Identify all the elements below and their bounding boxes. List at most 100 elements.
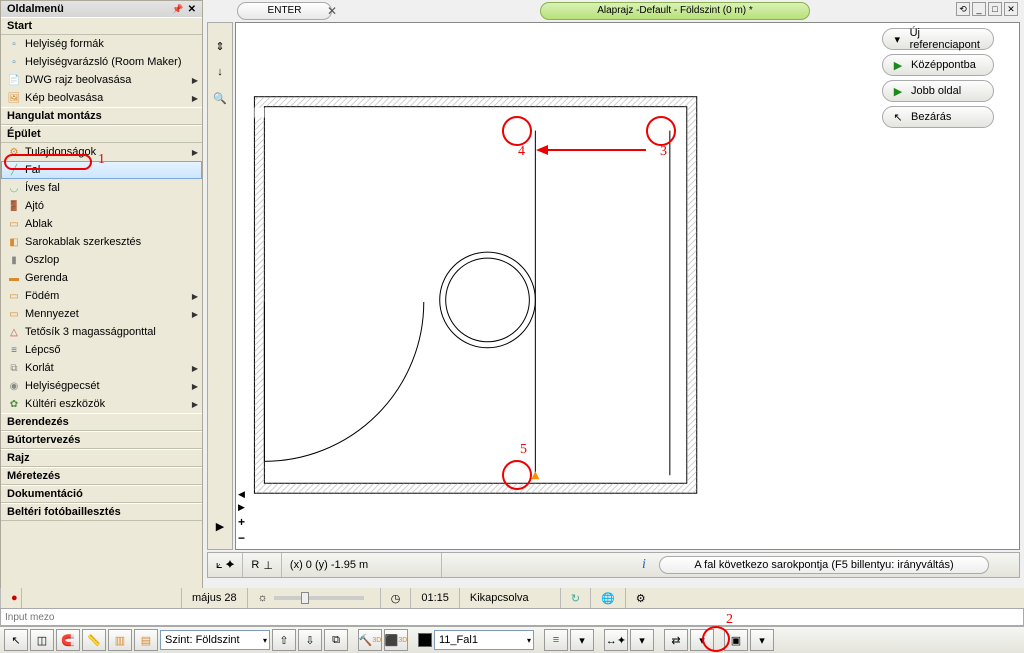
level-up-icon[interactable]: ⇧ [272, 629, 296, 651]
window-maximize-icon[interactable]: □ [988, 2, 1002, 16]
sidebar-item-beam[interactable]: ▬Gerenda [1, 269, 202, 287]
column-icon: ▮ [7, 253, 21, 267]
clock-icon: ◷ [391, 592, 401, 605]
right-side-button[interactable]: ▶Jobb oldal [882, 80, 994, 102]
refresh-icon[interactable]: ↻ [571, 592, 580, 605]
sidebar-item-corner-window[interactable]: ◧Sarokablak szerkesztés [1, 233, 202, 251]
section-dokumentacio[interactable]: Dokumentáció [1, 485, 202, 503]
sidebar-item-roof[interactable]: △Tetősík 3 magasságponttal [1, 323, 202, 341]
slab-icon: ▭ [7, 289, 21, 303]
sidebar-header: Oldalmenü 📌 ✕ [1, 1, 202, 17]
mode-dropdown[interactable]: Kikapcsolva [470, 592, 550, 604]
layer-dropdown[interactable]: 11_Fal1 [434, 630, 534, 650]
bottom-toolbar: ↖ ◫ 🧲 📏 ▥ ▤ Szint: Földszint ⇧ ⇩ ⧉ 🔨3D ⬛… [0, 626, 1024, 653]
sidebar-pin-icon[interactable]: 📌 [172, 4, 183, 15]
tool-zoom-icon[interactable]: 🔍 [211, 89, 229, 107]
window-icon[interactable]: ▣ [724, 629, 748, 651]
3d-hammer-icon[interactable]: 🔨3D [358, 629, 382, 651]
scroll-left-icon[interactable]: ◀ [238, 489, 245, 500]
hint-text: A fal következo sarokpontja (F5 billenty… [659, 556, 989, 574]
tool-double-arrow-icon[interactable]: ⇕ [211, 37, 229, 55]
enter-tab[interactable]: ENTER [237, 2, 332, 20]
zoom-out-icon[interactable]: − [238, 531, 245, 545]
sidebar-item-properties[interactable]: ⚙Tulajdonságok▶ [1, 143, 202, 161]
window-icon: ▭ [7, 217, 21, 231]
document-title-tab[interactable]: Alaprajz -Default - Földszint (0 m) * [540, 2, 810, 20]
sidebar-item-room-maker[interactable]: ▫Helyiségvarázsló (Room Maker) [1, 53, 202, 71]
3d-view-icon[interactable]: ⬛3D [384, 629, 408, 651]
reference-mode-icon[interactable]: R⊥ [243, 553, 282, 577]
material-swatch[interactable] [418, 633, 432, 647]
sidebar-item-slab[interactable]: ▭Födém▶ [1, 287, 202, 305]
level-dropdown[interactable]: Szint: Földszint [160, 630, 270, 650]
linetype-icon[interactable]: ≡ [544, 629, 568, 651]
properties-icon: ⚙ [7, 145, 21, 159]
section-epulet[interactable]: Épület [1, 125, 202, 143]
sidebar-item-window[interactable]: ▭Ablak [1, 215, 202, 233]
time-display: 01:15 [421, 592, 449, 604]
record-icon[interactable]: ● [11, 592, 18, 604]
corner-window-icon: ◧ [7, 235, 21, 249]
window-dropdown-icon[interactable]: ▾ [750, 629, 774, 651]
sidebar-item-dwg-import[interactable]: 📄DWG rajz beolvasása▶ [1, 71, 202, 89]
chevron-right-icon: ▶ [192, 148, 198, 157]
sidebar-item-column[interactable]: ▮Oszlop [1, 251, 202, 269]
sidebar-close-icon[interactable]: ✕ [188, 4, 196, 15]
close-panel-button[interactable]: ↖Bezárás [882, 106, 994, 128]
sidebar-item-wall[interactable]: ╱Fal [1, 161, 202, 179]
arrow-mode-icon[interactable]: ↔✦ [604, 629, 628, 651]
axis-mode-icon[interactable]: ⟀ ✦ [208, 553, 243, 577]
section-start[interactable]: Start [1, 17, 202, 35]
time-slider[interactable] [274, 596, 364, 600]
info-icon[interactable]: i [635, 557, 653, 573]
section-berendezes[interactable]: Berendezés [1, 413, 202, 431]
linetype-dropdown-icon[interactable]: ▾ [570, 629, 594, 651]
section-belteri[interactable]: Beltéri fotóbaillesztés [1, 503, 202, 521]
new-refpoint-button[interactable]: ▾Új referenciapont [882, 28, 994, 50]
level-settings-icon[interactable]: ⧉ [324, 629, 348, 651]
vertical-toolstrip: ⇕ ↓ 🔍 ▶ [207, 22, 233, 550]
sidebar-item-curved-wall[interactable]: ◡Íves fal [1, 179, 202, 197]
chevron-right-icon: ▶ [192, 400, 198, 409]
section-rajz[interactable]: Rajz [1, 449, 202, 467]
section-butor[interactable]: Bútortervezés [1, 431, 202, 449]
snap-icon[interactable]: ⇄ [664, 629, 688, 651]
sidebar-item-room-shapes[interactable]: ▫Helyiség formák [1, 35, 202, 53]
window-minimize-icon[interactable]: _ [972, 2, 986, 16]
select-tool-icon[interactable]: ◫ [30, 629, 54, 651]
section-meretezes[interactable]: Méretezés [1, 467, 202, 485]
status-bar: ● május 28 ☼ ◷ 01:15 Kikapcsolva ↻ 🌐 ⚙ [0, 588, 1024, 608]
window-close-icon[interactable]: ✕ [1004, 2, 1018, 16]
center-button[interactable]: ▶Középpontba [882, 54, 994, 76]
sidebar-item-ceiling[interactable]: ▭Mennyezet▶ [1, 305, 202, 323]
sidebar-item-door[interactable]: 🚪Ajtó [1, 197, 202, 215]
window-restore-icon[interactable]: ⟲ [956, 2, 970, 16]
sidebar-item-stairs[interactable]: ≡Lépcső [1, 341, 202, 359]
scroll-right-icon[interactable]: ▶ [238, 502, 245, 513]
magnet-tool-icon[interactable]: 🧲 [56, 629, 80, 651]
gear-icon[interactable]: ⚙ [636, 592, 646, 605]
arrow-down-icon: ▾ [891, 33, 904, 46]
sidebar-item-railing[interactable]: ⧉Korlát▶ [1, 359, 202, 377]
level-down-icon[interactable]: ⇩ [298, 629, 322, 651]
section-hangulat[interactable]: Hangulat montázs [1, 107, 202, 125]
command-input[interactable] [1, 609, 1023, 625]
sidebar-collapse-icon[interactable]: ▶ [211, 517, 229, 535]
layers2-tool-icon[interactable]: ▤ [134, 629, 158, 651]
snap-dropdown-icon[interactable]: ▾ [690, 629, 714, 651]
cursor-tool-icon[interactable]: ↖ [4, 629, 28, 651]
play-icon: ▶ [891, 59, 905, 72]
sidebar-item-room-stamp[interactable]: ◉Helyiségpecsét▶ [1, 377, 202, 395]
globe-icon[interactable]: 🌐 [601, 592, 615, 605]
arrow-mode-dropdown-icon[interactable]: ▾ [630, 629, 654, 651]
zoom-in-icon[interactable]: + [238, 515, 245, 529]
ruler-tool-icon[interactable]: 📏 [82, 629, 106, 651]
outdoor-icon: ✿ [7, 397, 21, 411]
sun-small-icon[interactable]: ☼ [258, 592, 268, 604]
coordinate-readout: (x) 0 (y) -1.95 m [282, 553, 442, 577]
layers-tool-icon[interactable]: ▥ [108, 629, 132, 651]
sidebar-item-outdoor-tools[interactable]: ✿Kültéri eszközök▶ [1, 395, 202, 413]
enter-tab-close-icon[interactable]: ✕ [327, 4, 337, 18]
sidebar-item-image-import[interactable]: 🖼Kép beolvasása▶ [1, 89, 202, 107]
tool-down-arrow-icon[interactable]: ↓ [211, 63, 229, 81]
